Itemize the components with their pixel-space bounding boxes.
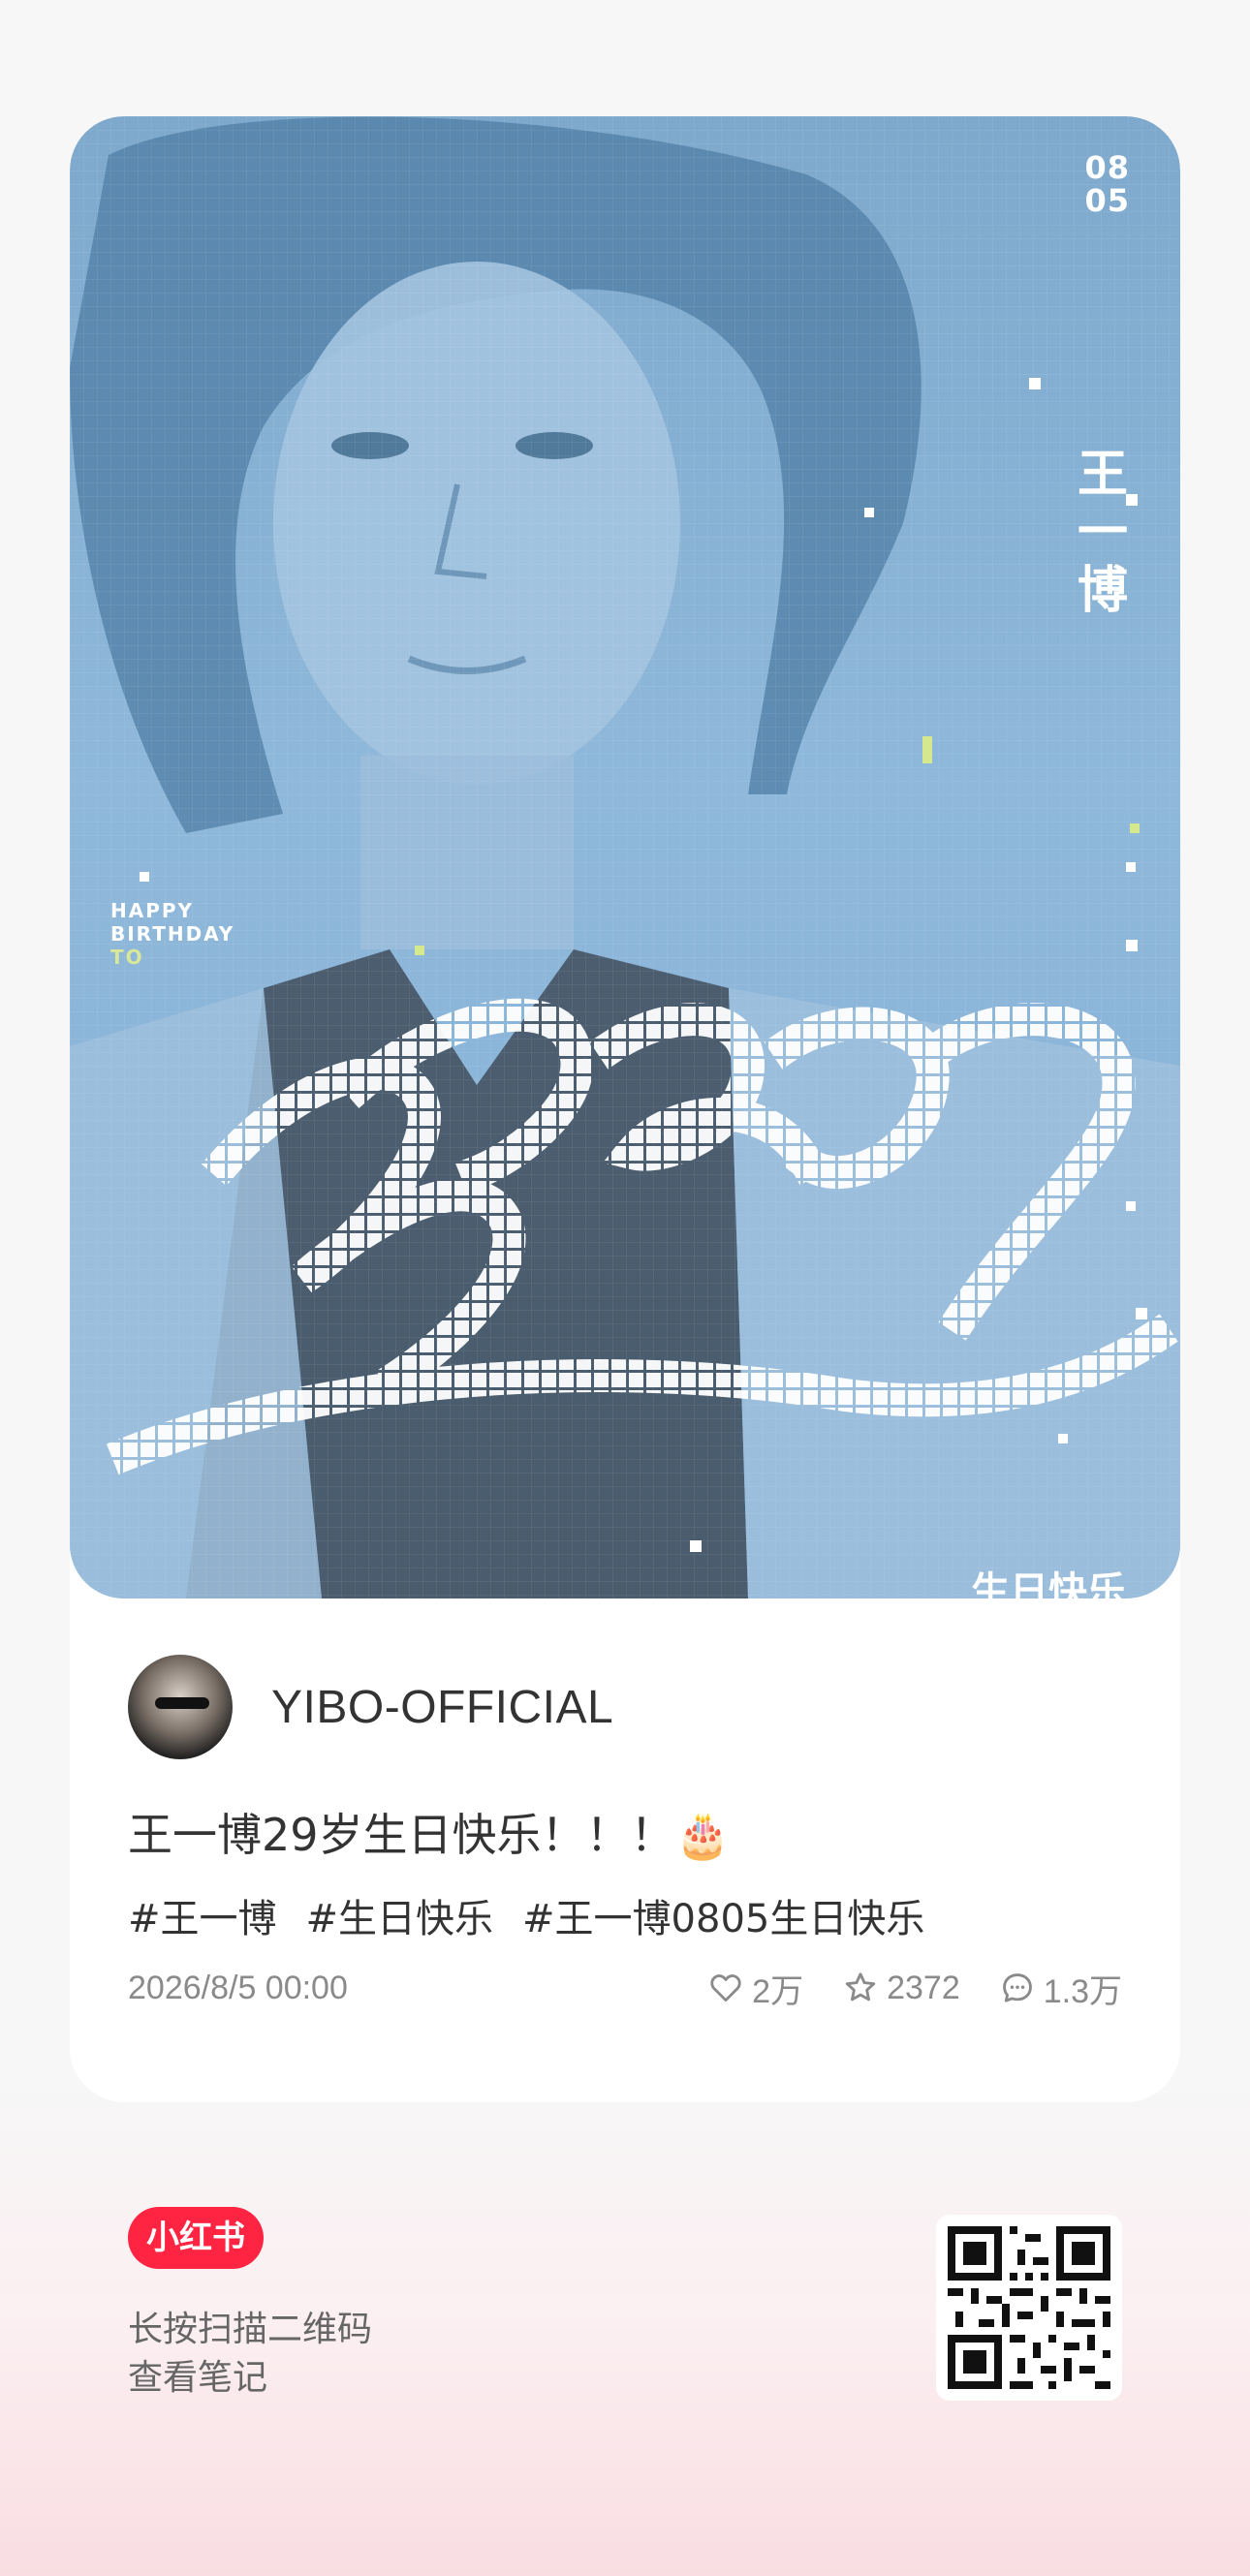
cover-illustration xyxy=(70,116,1180,1598)
collect-count: 2372 xyxy=(887,1969,960,2006)
note-card: 08 05 王一博 HAPPY BIRTHDAY TO 生日快乐 YIBO-OF… xyxy=(70,116,1180,2102)
qr-code[interactable] xyxy=(936,2215,1122,2401)
tag-item[interactable]: #王一博0805生日快乐 xyxy=(522,1887,924,1943)
author-name[interactable]: YIBO-OFFICIAL xyxy=(271,1681,613,1734)
tag-item[interactable]: #王一博 xyxy=(128,1887,277,1943)
brand-logo: 小红书 xyxy=(128,2207,264,2269)
cover-name: 王一博 xyxy=(1077,446,1128,620)
collect-stat[interactable]: 2372 xyxy=(842,1970,960,2007)
post-title: 王一博29岁生日快乐！！！🎂 xyxy=(128,1809,731,1861)
cover-date: 08 05 xyxy=(1084,149,1130,219)
qr-code-icon xyxy=(948,2226,1110,2389)
cover-bottom-text: 生日快乐 xyxy=(971,1569,1126,1598)
tag-list: #王一博 #生日快乐 #王一博0805生日快乐 xyxy=(128,1887,924,1943)
tag-item[interactable]: #生日快乐 xyxy=(306,1887,494,1943)
post-meta: 2026/8/5 00:00 2万 2372 1.3万 xyxy=(128,1959,1122,2017)
scan-hint-line2: 查看笔记 xyxy=(128,2358,268,2398)
star-icon xyxy=(845,1972,876,2002)
author-row[interactable]: YIBO-OFFICIAL xyxy=(128,1655,613,1759)
like-stat[interactable]: 2万 xyxy=(707,1965,803,2012)
post-date: 2026/8/5 00:00 xyxy=(128,1969,348,2006)
comment-count: 1.3万 xyxy=(1043,1972,1122,2010)
scan-hint-line1: 长按扫描二维码 xyxy=(128,2310,373,2349)
comment-icon xyxy=(1002,1973,1032,2002)
like-count: 2万 xyxy=(752,1972,804,2010)
heart-icon xyxy=(710,1974,741,2002)
comment-stat[interactable]: 1.3万 xyxy=(999,1965,1122,2012)
cover-image[interactable]: 08 05 王一博 HAPPY BIRTHDAY TO 生日快乐 xyxy=(70,116,1180,1598)
cover-greeting-to: TO xyxy=(110,946,144,969)
avatar-glasses-icon xyxy=(155,1697,209,1709)
avatar[interactable] xyxy=(128,1655,233,1759)
stats: 2万 2372 1.3万 xyxy=(707,1965,1122,2012)
cover-greeting: HAPPY BIRTHDAY xyxy=(110,899,235,946)
scan-hint: 长按扫描二维码 查看笔记 xyxy=(128,2306,372,2403)
